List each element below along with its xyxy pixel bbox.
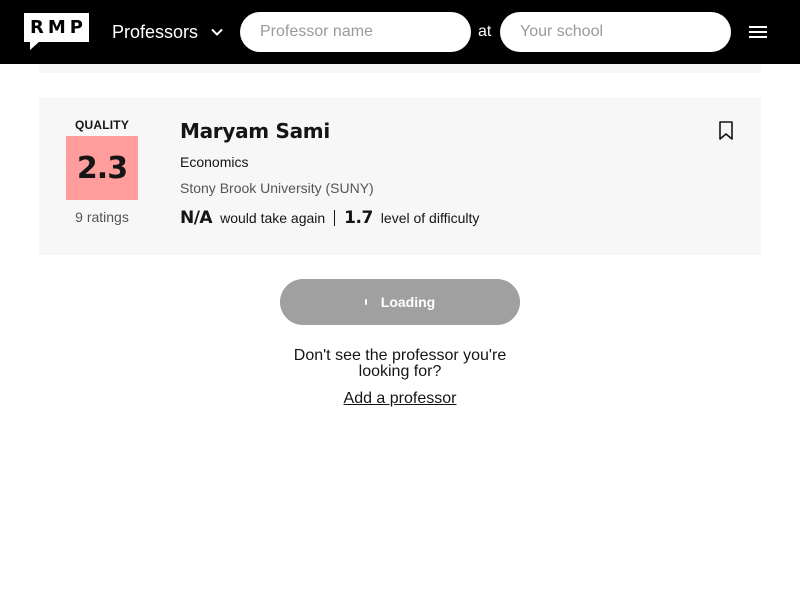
would-take-again-value: N/A (180, 208, 213, 228)
loading-label: Loading (380, 294, 436, 310)
hamburger-menu-icon[interactable] (748, 22, 768, 42)
school-input[interactable] (500, 12, 731, 52)
logo-tail (30, 41, 40, 50)
search-type-dropdown[interactable]: Professors (112, 20, 224, 44)
spinner-icon (364, 299, 367, 305)
logo-text: RMP (30, 17, 87, 38)
difficulty-value: 1.7 (344, 208, 373, 228)
stats-divider (334, 210, 336, 226)
professor-card[interactable]: QUALITY 2.3 9 ratings Maryam Sami Econom… (39, 98, 761, 255)
professor-school: Stony Brook University (SUNY) (180, 180, 374, 196)
difficulty-label: level of difficulty (380, 210, 480, 226)
add-professor-link[interactable]: Add a professor (280, 390, 520, 408)
bookmark-icon[interactable] (718, 121, 734, 141)
loading-button[interactable]: Loading (280, 279, 520, 325)
previous-professor-card[interactable] (39, 64, 761, 73)
rmp-logo[interactable]: RMP (24, 13, 89, 50)
quality-label: QUALITY (74, 118, 130, 132)
at-label: at (478, 23, 492, 40)
would-take-again-label: would take again (220, 210, 326, 226)
missing-professor-text: Don't see the professor you're looking f… (293, 347, 507, 380)
professor-name: Maryam Sami (180, 119, 330, 143)
professor-stats: N/A would take again 1.7 level of diffic… (180, 207, 479, 229)
search-type-label: Professors (112, 21, 199, 42)
professor-department: Economics (180, 154, 249, 170)
chevron-down-icon (211, 28, 223, 36)
quality-score: 2.3 (66, 136, 138, 200)
professor-name-input[interactable] (240, 12, 471, 52)
ratings-count: 9 ratings (75, 209, 129, 225)
site-header: RMP Professors at (0, 0, 800, 64)
